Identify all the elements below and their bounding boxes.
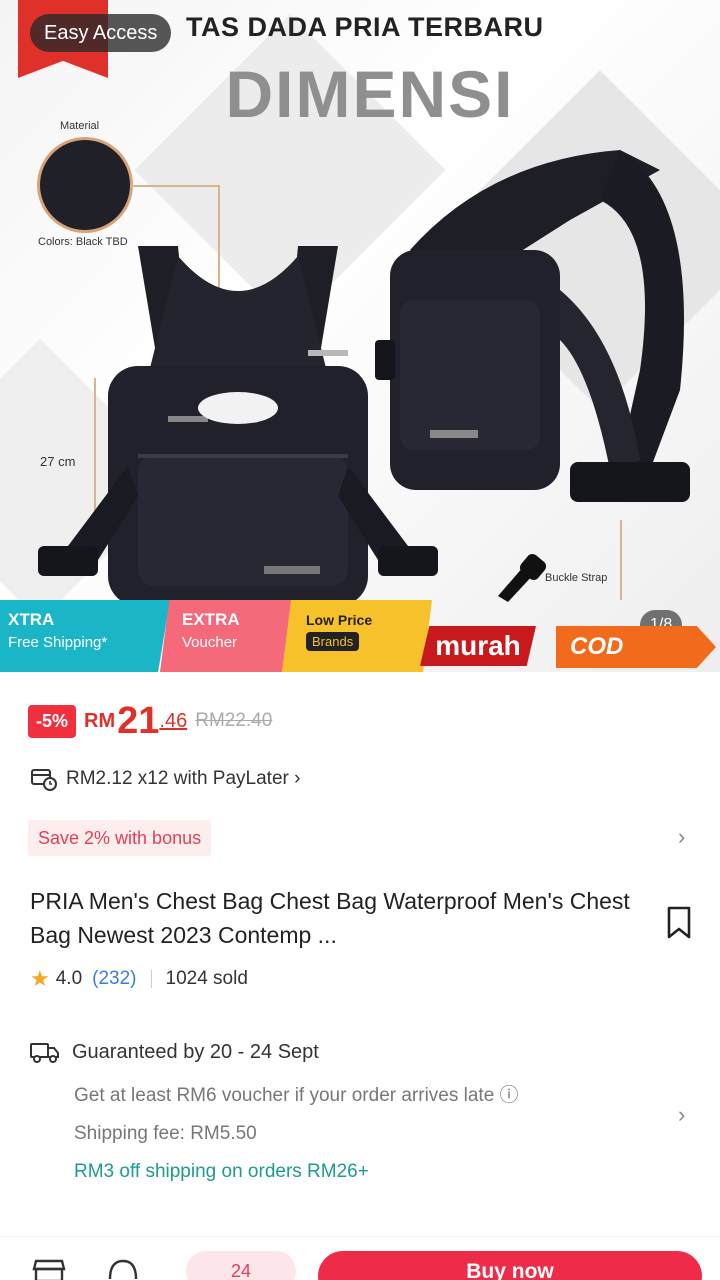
bookmark-icon[interactable] <box>666 906 692 940</box>
price-row: -5% RM 21 .46 RM22.40 <box>28 700 272 742</box>
promo-murah: murah <box>420 626 536 666</box>
image-section-title: DIMENSI <box>225 57 515 131</box>
buckle-image <box>498 553 547 602</box>
add-to-cart-button[interactable]: 24 <box>186 1251 296 1280</box>
promo-label: Low Price <box>306 612 373 628</box>
product-title: PRIA Men's Chest Bag Chest Bag Waterproo… <box>30 888 630 948</box>
star-icon: ★ <box>30 966 50 991</box>
promo-label: EXTRA <box>182 610 240 629</box>
promo-free-shipping: XTRA Free Shipping* <box>0 600 170 672</box>
chat-icon[interactable] <box>106 1259 140 1280</box>
buy-now-button[interactable]: Buy now <box>318 1251 702 1280</box>
chest-bag-side-image <box>375 150 690 502</box>
promo-label: XTRA <box>8 610 55 629</box>
promo-sublabel: Free Shipping* <box>8 634 108 651</box>
chevron-right-icon: › <box>678 824 686 849</box>
easy-access-badge[interactable]: Easy Access <box>30 14 172 52</box>
dimension-guide-line <box>130 185 220 187</box>
sold-count: 1024 sold <box>165 968 248 989</box>
paylater-icon <box>31 769 57 791</box>
paylater-row[interactable]: RM2.12 x12 with PayLater › <box>30 766 300 792</box>
bonus-tag: Save 2% with bonus <box>28 820 212 856</box>
original-price: RM22.40 <box>195 710 273 731</box>
promo-cod: COD <box>556 626 716 668</box>
truck-icon <box>30 1043 59 1063</box>
shipping-promo: RM3 off shipping on orders RM26+ <box>74 1161 369 1182</box>
shipping-guarantee: Guaranteed by 20 - 24 Sept <box>30 1040 700 1064</box>
shop-icon[interactable] <box>32 1259 66 1280</box>
buckle-label: Buckle Strap <box>545 572 608 584</box>
late-voucher-note: Get at least RM6 voucher if your order a… <box>74 1085 519 1106</box>
chevron-right-icon: › <box>678 1102 686 1127</box>
price-value: 21 <box>117 699 160 742</box>
price-decimal: .46 <box>159 709 188 732</box>
discount-badge: -5% <box>28 704 77 738</box>
promo-extra-voucher: EXTRA Voucher <box>160 600 292 672</box>
material-label: Material <box>60 120 100 132</box>
product-image-carousel[interactable]: Easy Access TAS DADA PRIA TERBARU DIMENS… <box>0 0 720 672</box>
divider <box>150 970 152 988</box>
price-currency: RM <box>84 709 116 732</box>
review-count: (232) <box>92 968 137 989</box>
promo-low-price: Low Price Brands <box>282 600 432 672</box>
promo-sublabel: Brands <box>306 632 360 651</box>
color-swatch <box>40 140 130 230</box>
bonus-row[interactable]: Save 2% with bonus › <box>28 818 698 858</box>
paylater-text: RM2.12 x12 with PayLater › <box>66 768 301 789</box>
shipping-section[interactable]: Guaranteed by 20 - 24 Sept Get at least … <box>30 1040 700 1183</box>
bottom-action-bar: 24 Buy now <box>0 1236 720 1280</box>
shipping-fee: Shipping fee: RM5.50 <box>74 1123 257 1144</box>
rating-row[interactable]: ★ 4.0 (232) 1024 sold <box>30 966 248 992</box>
guarantee-text: Guaranteed by 20 - 24 Sept <box>72 1040 319 1063</box>
rating-value: 4.0 <box>55 968 83 989</box>
image-headline: TAS DADA PRIA TERBARU <box>186 12 544 42</box>
promo-sublabel: Voucher <box>182 634 238 651</box>
